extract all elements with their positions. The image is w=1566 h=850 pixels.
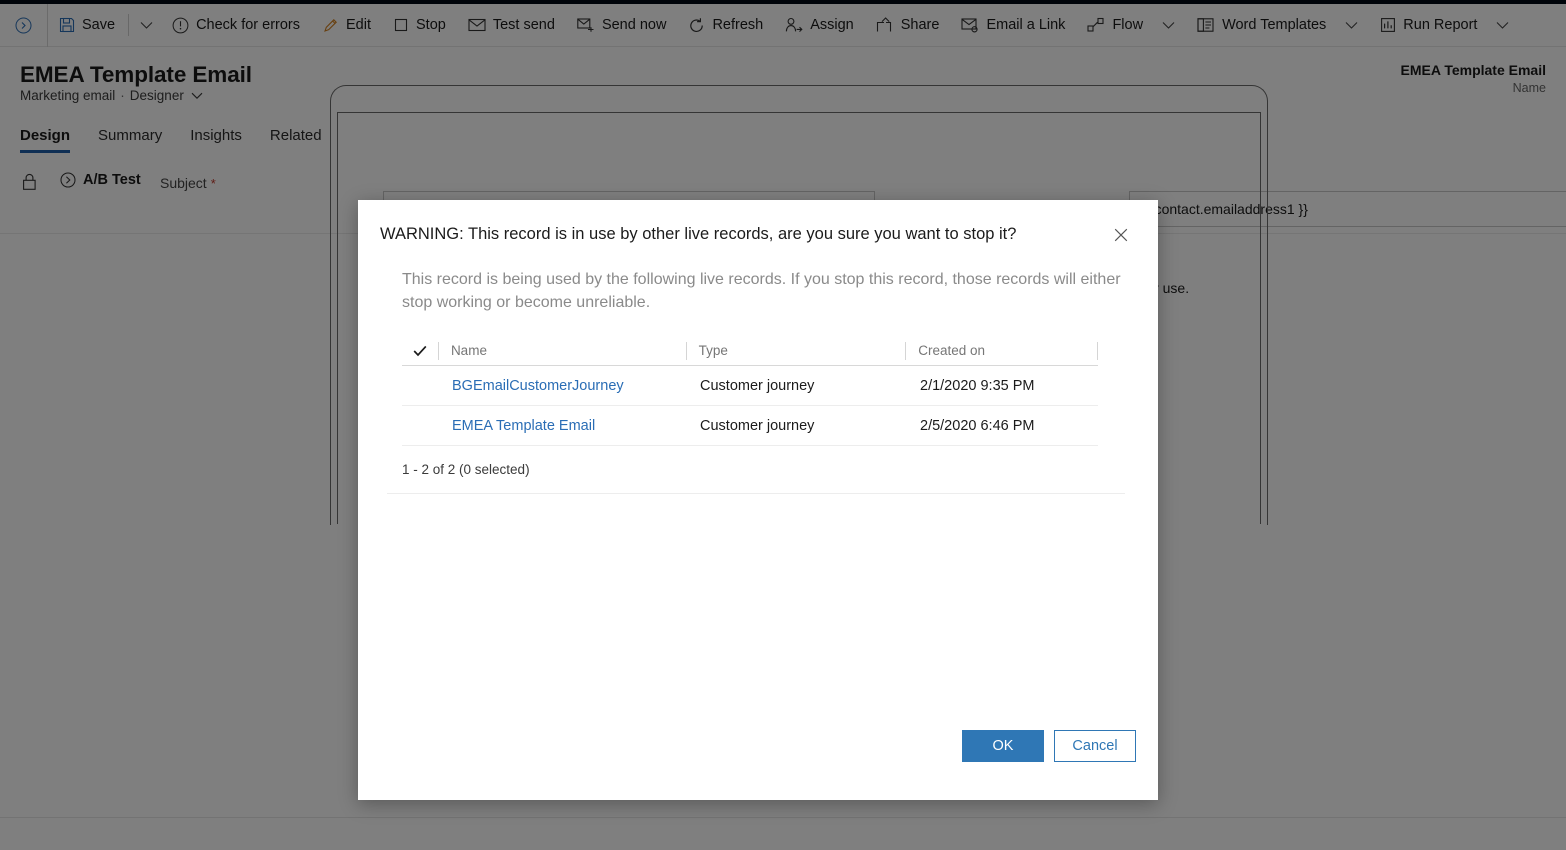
grid-column-type[interactable]: Type (685, 341, 906, 360)
ok-button[interactable]: OK (962, 730, 1044, 762)
select-all-checkbox[interactable] (402, 345, 438, 357)
grid-column-name[interactable]: Name (437, 341, 686, 360)
dialog-footer: OK Cancel (962, 730, 1136, 762)
row-created-on: 2/1/2020 9:35 PM (920, 377, 1035, 394)
grid-pagination-summary: 1 - 2 of 2 (0 selected) (387, 462, 1125, 495)
grid-column-created-on[interactable]: Created on (905, 341, 1097, 360)
dialog-description: This record is being used by the followi… (402, 271, 1121, 312)
row-name-link[interactable]: BGEmailCustomerJourney (438, 378, 686, 394)
table-row[interactable]: EMEA Template Email Customer journey 2/5… (402, 406, 1098, 447)
row-created-on: 2/5/2020 6:46 PM (920, 417, 1035, 434)
dialog-title: WARNING: This record is in use by other … (380, 225, 1017, 243)
row-type: Customer journey (700, 417, 815, 434)
row-name-link[interactable]: EMEA Template Email (438, 418, 686, 434)
stop-record-warning-dialog: WARNING: This record is in use by other … (358, 200, 1158, 800)
dialog-body: This record is being used by the followi… (358, 260, 1158, 495)
table-row[interactable]: BGEmailCustomerJourney Customer journey … (402, 366, 1098, 407)
cancel-button[interactable]: Cancel (1054, 730, 1136, 762)
grid-header-row: Name Type Created on (402, 336, 1098, 367)
grid-column-divider (1097, 341, 1098, 360)
row-type: Customer journey (700, 377, 815, 394)
close-icon[interactable] (1108, 222, 1134, 248)
dialog-header: WARNING: This record is in use by other … (358, 200, 1158, 260)
live-records-grid: Name Type Created on BGEmailCustomerJour… (387, 336, 1125, 495)
